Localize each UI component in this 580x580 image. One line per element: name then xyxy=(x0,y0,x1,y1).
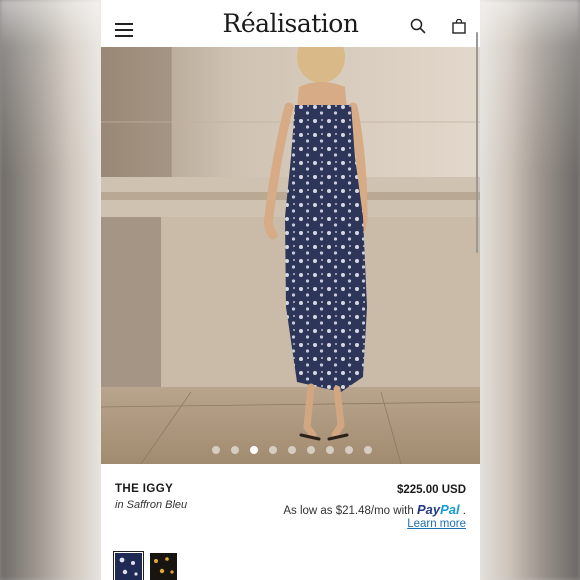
search-icon[interactable] xyxy=(410,18,426,34)
carousel-dot[interactable] xyxy=(288,446,296,454)
installment-text: As low as $21.48/mo with xyxy=(283,505,414,517)
header-bar: Réalisation xyxy=(101,0,480,47)
shopping-bag-icon[interactable] xyxy=(452,19,466,34)
carousel-dot[interactable] xyxy=(364,446,372,454)
product-image[interactable] xyxy=(101,47,480,464)
product-title: THE IGGY xyxy=(115,483,174,495)
color-swatch-saffron-bleu[interactable] xyxy=(113,551,144,580)
learn-more-link[interactable]: Learn more xyxy=(407,518,466,530)
paypal-pal: Pal xyxy=(440,502,460,517)
product-variant: in Saffron Bleu xyxy=(115,499,188,511)
color-swatch-black-floral[interactable] xyxy=(150,553,177,580)
paypal-installment-text: As low as $21.48/mo with PayPal . xyxy=(283,502,466,517)
carousel-dot[interactable] xyxy=(269,446,277,454)
paypal-pay: Pay xyxy=(416,502,441,517)
carousel-dot[interactable] xyxy=(326,446,334,454)
carousel-dot[interactable] xyxy=(250,446,258,454)
product-page: Réalisation THE IGGY in Saffron Bleu $22… xyxy=(101,0,480,580)
carousel-dot[interactable] xyxy=(345,446,353,454)
background-blur-left xyxy=(0,0,101,580)
carousel-dots xyxy=(101,446,480,456)
paypal-logo: PayPal xyxy=(417,502,460,517)
product-price: $225.00 USD xyxy=(396,484,466,496)
carousel-dot[interactable] xyxy=(231,446,239,454)
carousel-dot[interactable] xyxy=(212,446,220,454)
carousel-dot[interactable] xyxy=(307,446,315,454)
scrollbar[interactable] xyxy=(476,32,478,253)
installment-suffix: . xyxy=(462,505,466,517)
background-blur-right xyxy=(479,0,580,580)
